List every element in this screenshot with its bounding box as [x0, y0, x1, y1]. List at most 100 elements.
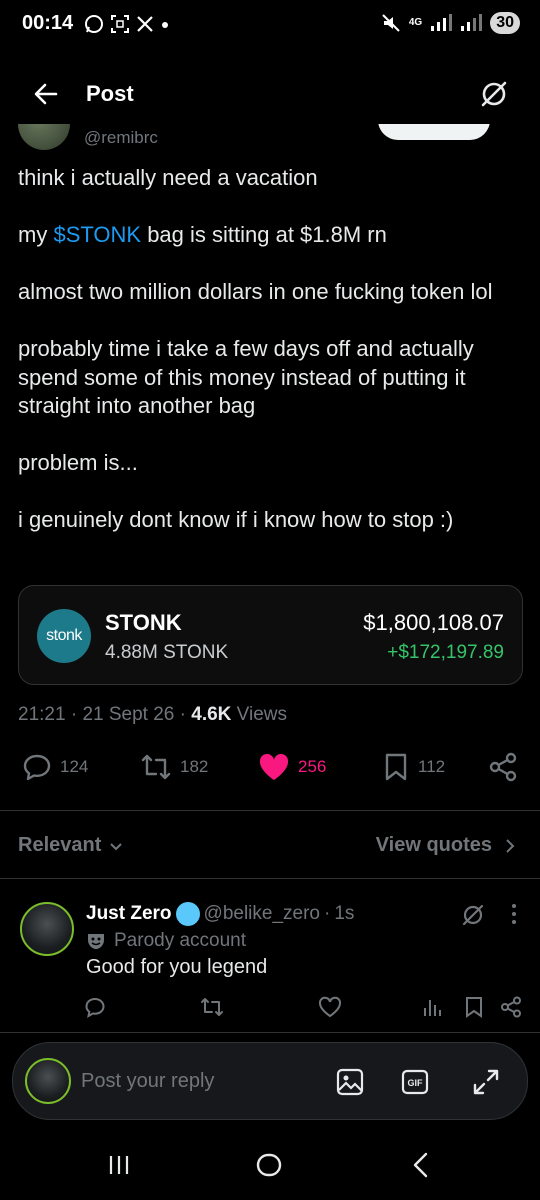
post-date: 21 Sept 26 — [82, 704, 175, 725]
post-meta: 21:21 · 21 Sept 26 · 4.6K Views — [18, 704, 287, 726]
token-value: $1,800,108.07 — [363, 610, 504, 635]
divider — [0, 810, 540, 811]
reply-button[interactable]: 124 — [22, 752, 88, 782]
status-right: 4G 30 — [381, 12, 520, 34]
post-text-fragment: my — [18, 222, 54, 247]
views-count[interactable]: 4.6K — [191, 704, 231, 725]
post-paragraph: think i actually need a vacation — [18, 165, 318, 190]
divider — [0, 1032, 540, 1033]
post-paragraph: almost two million dollars in one fuckin… — [18, 279, 493, 304]
network-type: 4G — [408, 17, 423, 28]
reply-avatar[interactable] — [20, 902, 74, 956]
like-button[interactable]: 256 — [258, 752, 326, 782]
post-paragraph: i genuinely dont know if i know how to s… — [18, 507, 454, 532]
top-bar: Post — [0, 64, 540, 124]
reply-count: 124 — [60, 757, 89, 776]
meta-separator: · — [179, 704, 192, 725]
chevron-down-icon — [110, 842, 123, 850]
recent-apps-icon[interactable] — [106, 1152, 132, 1178]
signal-icon-2 — [461, 14, 483, 31]
share-button[interactable] — [488, 752, 518, 782]
gif-icon[interactable]: GIF — [401, 1069, 429, 1095]
reply-author-handle[interactable]: @belike_zero — [204, 903, 320, 925]
grok-icon[interactable] — [460, 902, 486, 928]
token-amount: 4.88M STONK — [105, 642, 229, 663]
image-icon[interactable] — [335, 1067, 365, 1097]
reply-header: Just Zero @belike_zero · 1s — [86, 902, 354, 926]
post-text: think i actually need a vacation my $STO… — [18, 164, 523, 563]
post-time: 21:21 — [18, 704, 66, 725]
token-name: STONK — [105, 610, 182, 635]
more-options-icon[interactable] — [510, 902, 518, 926]
battery-level: 30 — [490, 12, 520, 34]
token-change: +$172,197.89 — [387, 642, 504, 663]
like-count: 256 — [298, 757, 327, 776]
author-avatar[interactable] — [18, 124, 70, 150]
sort-dropdown[interactable]: Relevant — [18, 834, 123, 857]
grok-icon[interactable] — [478, 78, 510, 110]
reply-actions — [0, 996, 540, 1024]
post-paragraph: problem is... — [18, 450, 138, 475]
user-avatar — [25, 1058, 71, 1104]
parody-label: Parody account — [86, 930, 246, 952]
post-actions: 124 182 256 112 — [0, 752, 540, 792]
repost-count: 182 — [180, 757, 209, 776]
bookmark-count: 112 — [418, 757, 446, 776]
repost-icon[interactable] — [200, 996, 224, 1018]
repost-icon — [141, 754, 171, 780]
mute-icon — [382, 14, 400, 32]
post-paragraph: my $STONK bag is sitting at $1.8M rn — [18, 221, 523, 250]
svg-text:GIF: GIF — [408, 1078, 424, 1088]
author-row: @remibrc — [0, 124, 540, 150]
reply-author-name[interactable]: Just Zero — [86, 903, 172, 925]
reply-time: 1s — [334, 903, 355, 924]
post-paragraph: probably time i take a few days off and … — [18, 336, 474, 418]
dot-icon — [162, 22, 168, 28]
meta-separator: · — [70, 704, 83, 725]
token-card[interactable]: stonk STONK 4.88M STONK $1,800,108.07 +$… — [18, 585, 523, 685]
back-icon[interactable] — [408, 1152, 434, 1178]
reply-separator: · — [324, 903, 331, 924]
views-label[interactable]: Views — [237, 704, 287, 725]
token-logo: stonk — [37, 609, 91, 663]
reply-item[interactable]: Just Zero @belike_zero · 1s Parody accou… — [0, 888, 540, 1028]
status-time: 00:14 — [22, 12, 74, 34]
follow-button[interactable] — [378, 124, 490, 140]
parody-mask-icon — [88, 934, 104, 949]
share-icon[interactable] — [500, 996, 522, 1018]
signal-icon — [431, 14, 453, 31]
home-icon[interactable] — [256, 1152, 282, 1178]
status-bar: 00:14 4G 30 — [0, 0, 540, 52]
notification-icons — [84, 14, 170, 34]
bookmark-icon[interactable] — [464, 996, 484, 1018]
page-title: Post — [86, 81, 134, 106]
author-handle[interactable]: @remibrc — [84, 128, 158, 148]
whatsapp-icon — [85, 15, 103, 33]
reply-icon — [23, 754, 51, 781]
share-icon — [489, 752, 517, 782]
view-quotes-link[interactable]: View quotes — [376, 834, 516, 857]
reply-composer[interactable]: Post your reply GIF — [12, 1042, 528, 1120]
back-arrow-icon[interactable] — [30, 78, 62, 110]
screenshot-icon — [111, 15, 129, 33]
views-bar-icon[interactable] — [422, 996, 442, 1018]
expand-icon[interactable] — [471, 1067, 501, 1097]
cashtag-link[interactable]: $STONK — [53, 222, 141, 247]
post-text-fragment: bag is sitting at $1.8M rn — [141, 222, 387, 247]
cold-face-emoji-icon — [175, 902, 200, 926]
sort-label: Relevant — [18, 834, 102, 856]
divider — [0, 878, 540, 879]
chevron-right-icon — [506, 838, 515, 853]
reply-icon[interactable] — [84, 996, 106, 1018]
x-logo-icon — [137, 16, 153, 32]
bookmark-icon — [385, 753, 407, 781]
reply-input[interactable]: Post your reply — [81, 1070, 214, 1093]
parody-text: Parody account — [114, 930, 247, 951]
repost-button[interactable]: 182 — [140, 752, 208, 782]
heart-icon[interactable] — [318, 996, 342, 1018]
view-quotes-label: View quotes — [375, 834, 492, 856]
system-nav-bar — [0, 1130, 540, 1200]
heart-filled-icon — [259, 753, 289, 780]
reply-text: Good for you legend — [86, 956, 268, 978]
bookmark-button[interactable]: 112 — [382, 752, 445, 782]
